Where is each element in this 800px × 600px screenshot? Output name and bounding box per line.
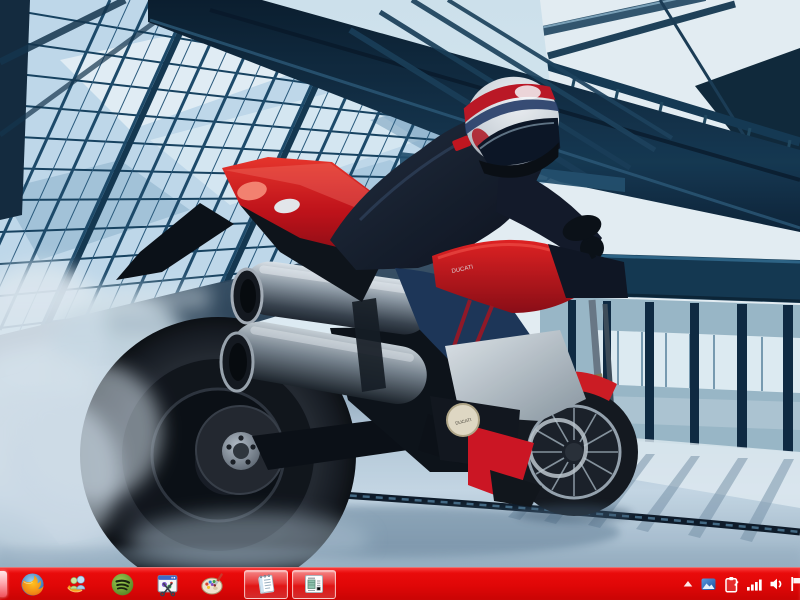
spotify-icon [111,573,133,595]
speaker-icon [770,578,782,590]
clipboard-tray-button[interactable] [724,576,739,593]
taskbar-button-notepad[interactable] [244,569,288,599]
chevron-up-icon [683,581,693,587]
flag-icon [791,577,800,591]
start-edge-sliver[interactable] [0,571,7,597]
taskbar-button-document-viewer[interactable] [292,569,336,599]
system-tray [683,576,800,593]
clipboard-icon [725,576,739,593]
tray-app-button[interactable] [700,576,717,592]
windows-desktop-screen: DUCATI DUCATI [0,0,800,600]
desktop-wallpaper-area[interactable]: DUCATI DUCATI [0,0,800,568]
volume-tray-button[interactable] [769,577,784,591]
paint-palette-icon [200,572,223,594]
taskbar [0,567,800,600]
show-hidden-icons-button[interactable] [683,580,693,588]
taskbar-icon-messenger[interactable] [64,571,90,597]
firefox-icon [20,572,44,596]
taskbar-icon-snipping-tool[interactable] [154,571,180,597]
taskbar-icon-firefox[interactable] [19,571,45,597]
network-signal-icon [747,579,762,591]
taskbar-icon-spotify[interactable] [109,571,135,597]
bottom-haze [0,548,800,568]
messenger-buddies-icon [66,575,85,592]
snipping-tool-icon [157,574,177,596]
tray-app-icon [701,578,716,590]
action-center-flag-button[interactable] [791,576,800,592]
wallpaper-image: DUCATI DUCATI [0,0,800,568]
network-tray-button[interactable] [746,577,762,591]
notepad-icon [258,574,275,594]
document-viewer-icon [305,575,323,593]
taskbar-icon-paint[interactable] [199,571,225,597]
color-tint-overlay [0,0,800,568]
